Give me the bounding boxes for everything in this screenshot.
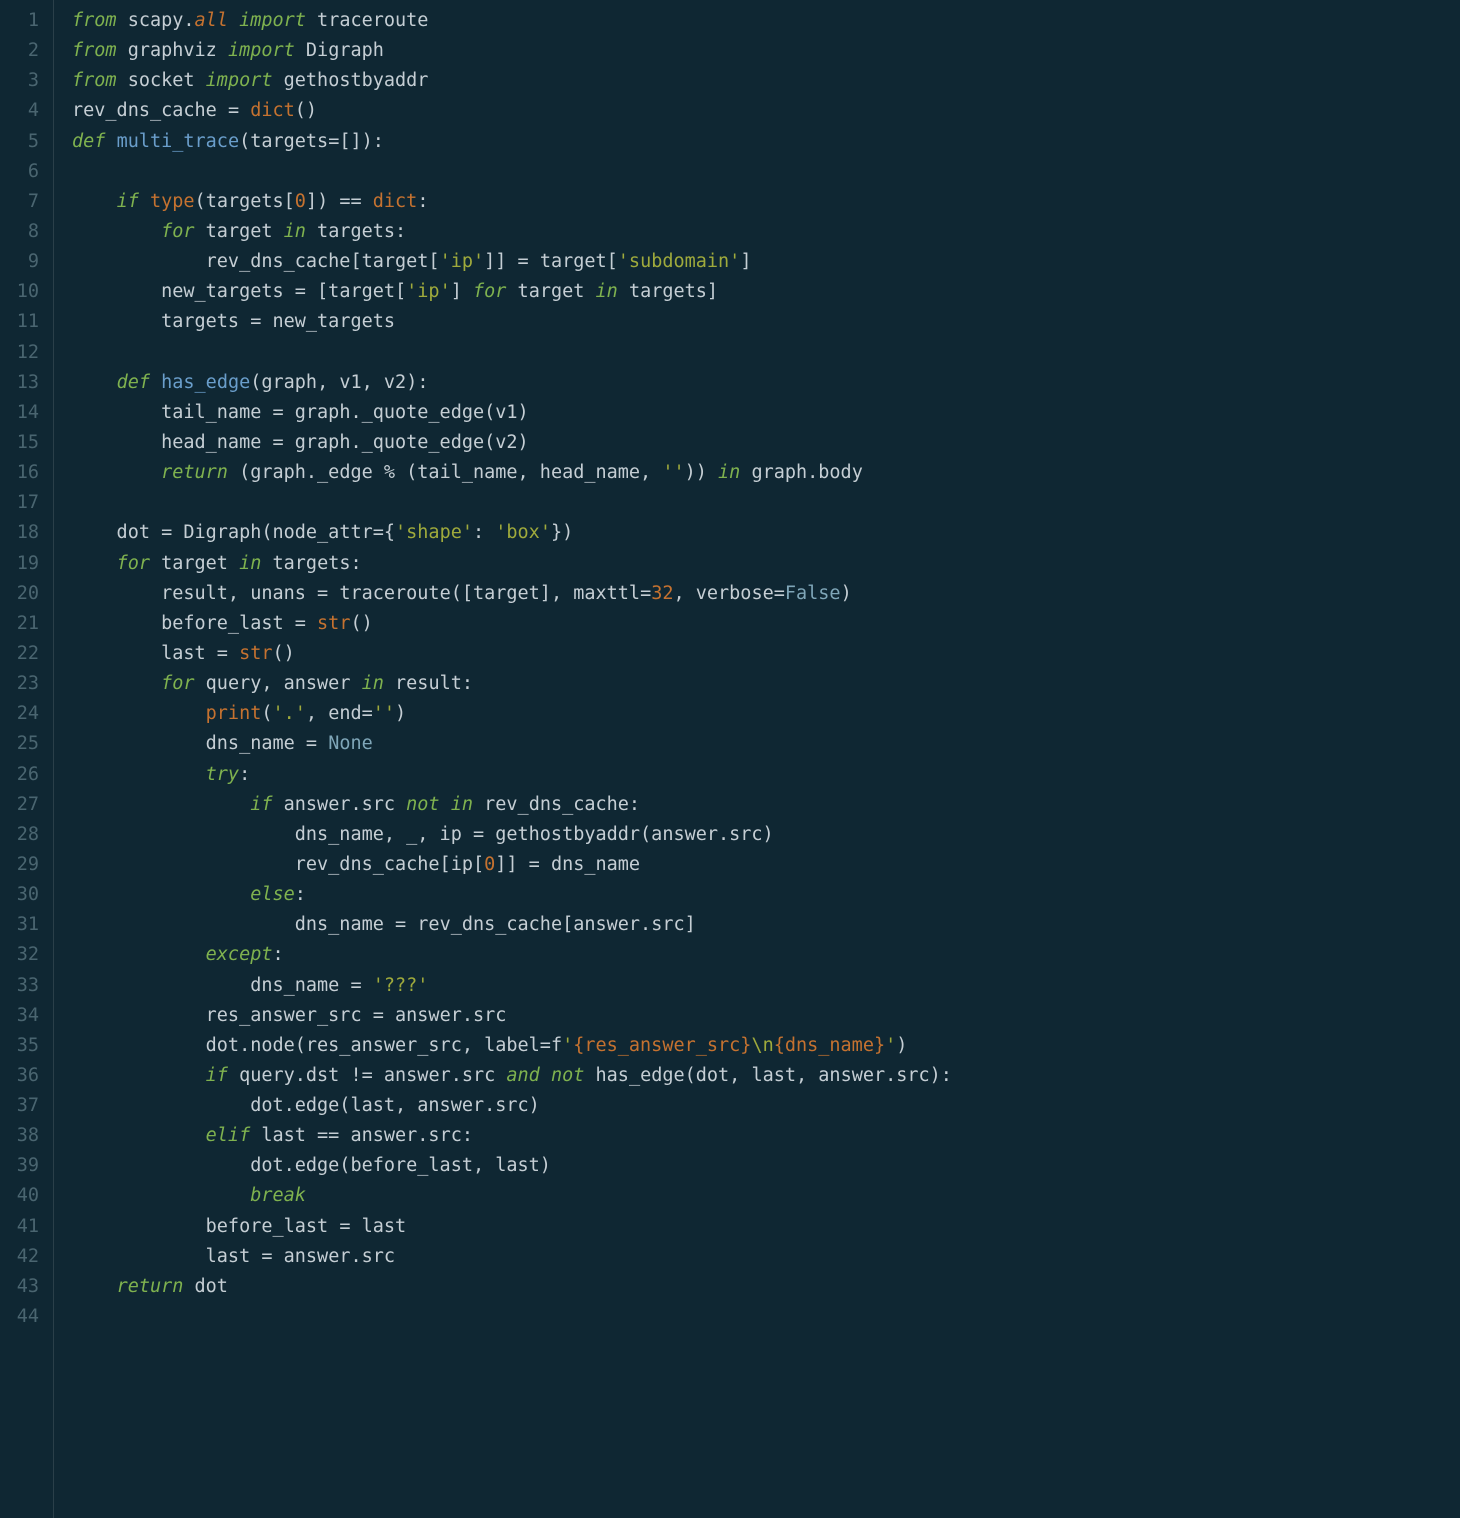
line-number: 38: [8, 1121, 39, 1151]
line-number: 32: [8, 940, 39, 970]
line-number: 41: [8, 1212, 39, 1242]
line-number: 15: [8, 428, 39, 458]
code-line[interactable]: new_targets = [target['ip'] for target i…: [72, 277, 1460, 307]
code-editor[interactable]: 1234567891011121314151617181920212223242…: [0, 0, 1460, 1518]
code-line[interactable]: dot.edge(before_last, last): [72, 1151, 1460, 1181]
line-number: 27: [8, 790, 39, 820]
code-line[interactable]: last = answer.src: [72, 1242, 1460, 1272]
code-line[interactable]: tail_name = graph._quote_edge(v1): [72, 398, 1460, 428]
code-line[interactable]: from scapy.all import traceroute: [72, 6, 1460, 36]
code-line[interactable]: def multi_trace(targets=[]):: [72, 127, 1460, 157]
line-number: 6: [8, 157, 39, 187]
code-line[interactable]: if type(targets[0]) == dict:: [72, 187, 1460, 217]
code-line[interactable]: def has_edge(graph, v1, v2):: [72, 368, 1460, 398]
code-line[interactable]: print('.', end=''): [72, 699, 1460, 729]
code-line[interactable]: return (graph._edge % (tail_name, head_n…: [72, 458, 1460, 488]
line-number: 11: [8, 307, 39, 337]
code-line[interactable]: targets = new_targets: [72, 307, 1460, 337]
line-number: 42: [8, 1242, 39, 1272]
code-line[interactable]: dot.edge(last, answer.src): [72, 1091, 1460, 1121]
line-number: 24: [8, 699, 39, 729]
line-number: 20: [8, 579, 39, 609]
line-number: 21: [8, 609, 39, 639]
line-number: 35: [8, 1031, 39, 1061]
line-number: 2: [8, 36, 39, 66]
line-number: 16: [8, 458, 39, 488]
code-line[interactable]: dns_name = rev_dns_cache[answer.src]: [72, 910, 1460, 940]
code-line[interactable]: [72, 157, 1460, 187]
line-number: 43: [8, 1272, 39, 1302]
code-line[interactable]: if answer.src not in rev_dns_cache:: [72, 790, 1460, 820]
line-number: 33: [8, 971, 39, 1001]
line-number: 5: [8, 127, 39, 157]
code-area[interactable]: from scapy.all import traceroutefrom gra…: [54, 0, 1460, 1518]
line-number: 36: [8, 1061, 39, 1091]
code-line[interactable]: result, unans = traceroute([target], max…: [72, 579, 1460, 609]
line-number: 25: [8, 729, 39, 759]
code-line[interactable]: try:: [72, 760, 1460, 790]
code-line[interactable]: dot.node(res_answer_src, label=f'{res_an…: [72, 1031, 1460, 1061]
line-number: 3: [8, 66, 39, 96]
line-number: 8: [8, 217, 39, 247]
code-line[interactable]: dns_name, _, ip = gethostbyaddr(answer.s…: [72, 820, 1460, 850]
code-line[interactable]: for target in targets:: [72, 217, 1460, 247]
line-number: 9: [8, 247, 39, 277]
code-line[interactable]: except:: [72, 940, 1460, 970]
line-number: 22: [8, 639, 39, 669]
line-number-gutter: 1234567891011121314151617181920212223242…: [0, 0, 54, 1518]
line-number: 10: [8, 277, 39, 307]
code-line[interactable]: from graphviz import Digraph: [72, 36, 1460, 66]
line-number: 30: [8, 880, 39, 910]
code-line[interactable]: res_answer_src = answer.src: [72, 1001, 1460, 1031]
line-number: 26: [8, 760, 39, 790]
line-number: 12: [8, 338, 39, 368]
line-number: 44: [8, 1302, 39, 1332]
code-line[interactable]: [72, 488, 1460, 518]
line-number: 28: [8, 820, 39, 850]
line-number: 34: [8, 1001, 39, 1031]
code-line[interactable]: if query.dst != answer.src and not has_e…: [72, 1061, 1460, 1091]
code-line[interactable]: before_last = str(): [72, 609, 1460, 639]
code-line[interactable]: rev_dns_cache[target['ip']] = target['su…: [72, 247, 1460, 277]
code-line[interactable]: head_name = graph._quote_edge(v2): [72, 428, 1460, 458]
line-number: 31: [8, 910, 39, 940]
code-line[interactable]: rev_dns_cache[ip[0]] = dns_name: [72, 850, 1460, 880]
line-number: 17: [8, 488, 39, 518]
line-number: 37: [8, 1091, 39, 1121]
line-number: 19: [8, 549, 39, 579]
code-line[interactable]: break: [72, 1181, 1460, 1211]
code-line[interactable]: before_last = last: [72, 1212, 1460, 1242]
code-line[interactable]: elif last == answer.src:: [72, 1121, 1460, 1151]
code-line[interactable]: rev_dns_cache = dict(): [72, 96, 1460, 126]
line-number: 39: [8, 1151, 39, 1181]
code-line[interactable]: for query, answer in result:: [72, 669, 1460, 699]
code-line[interactable]: from socket import gethostbyaddr: [72, 66, 1460, 96]
code-line[interactable]: [72, 1302, 1460, 1332]
line-number: 29: [8, 850, 39, 880]
code-line[interactable]: else:: [72, 880, 1460, 910]
code-line[interactable]: for target in targets:: [72, 549, 1460, 579]
line-number: 40: [8, 1181, 39, 1211]
code-line[interactable]: dns_name = '???': [72, 971, 1460, 1001]
code-line[interactable]: dot = Digraph(node_attr={'shape': 'box'}…: [72, 518, 1460, 548]
line-number: 14: [8, 398, 39, 428]
code-line[interactable]: [72, 338, 1460, 368]
line-number: 13: [8, 368, 39, 398]
code-line[interactable]: last = str(): [72, 639, 1460, 669]
line-number: 23: [8, 669, 39, 699]
line-number: 7: [8, 187, 39, 217]
code-line[interactable]: return dot: [72, 1272, 1460, 1302]
code-line[interactable]: dns_name = None: [72, 729, 1460, 759]
line-number: 18: [8, 518, 39, 548]
line-number: 1: [8, 6, 39, 36]
line-number: 4: [8, 96, 39, 126]
